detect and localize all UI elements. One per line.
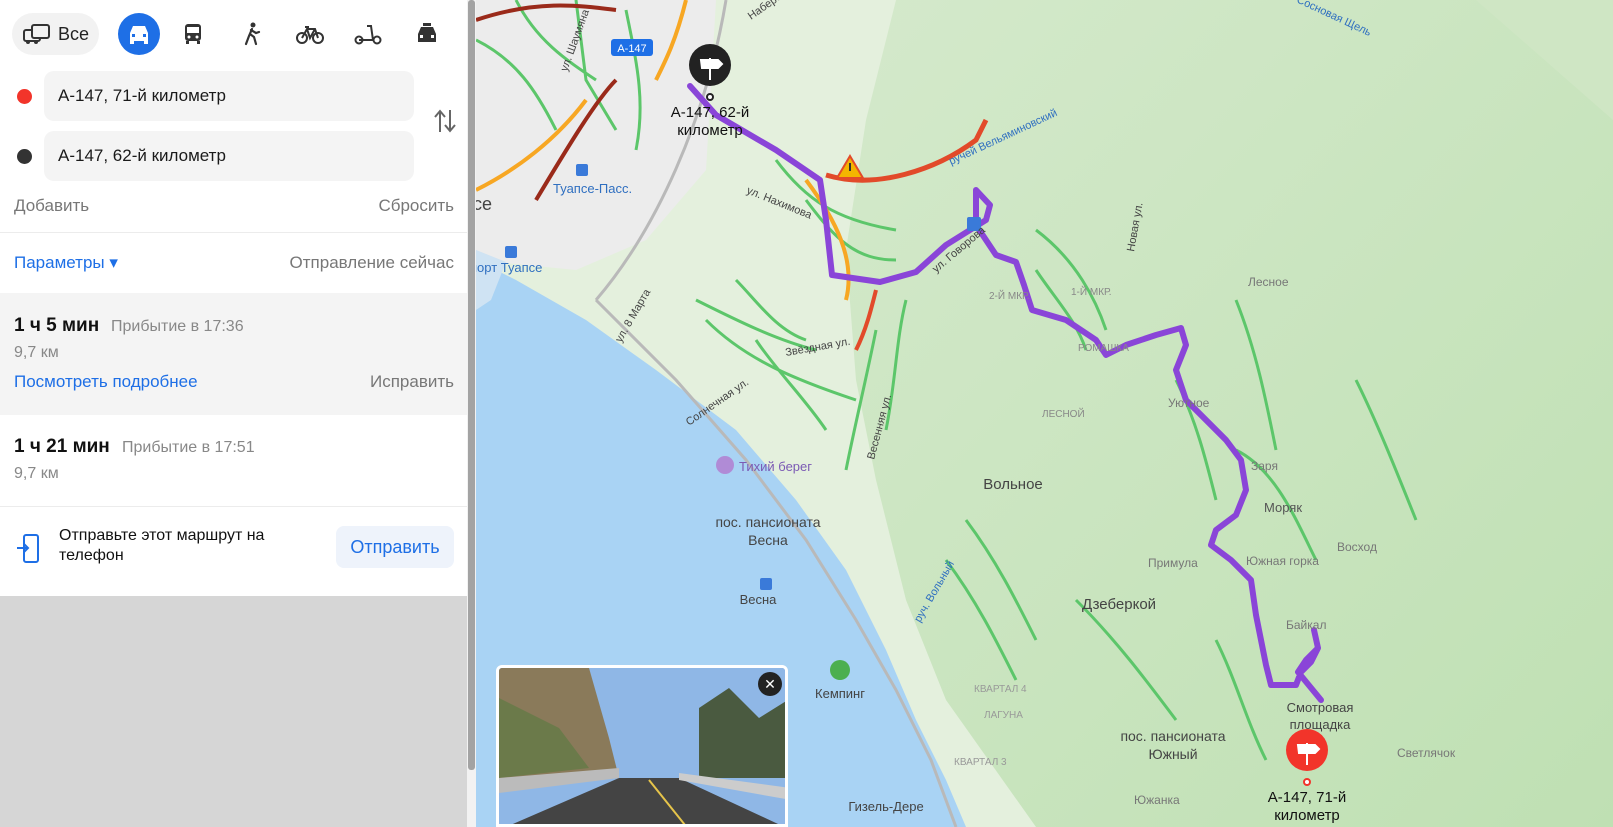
car-icon bbox=[130, 26, 148, 44]
mode-all-button[interactable]: Все bbox=[12, 13, 99, 55]
mode-all-label: Все bbox=[57, 23, 90, 44]
swap-points-icon[interactable] bbox=[432, 106, 458, 136]
road-badge: A-147 bbox=[617, 43, 646, 55]
label-2-mkr: 2-Й МКР. bbox=[989, 289, 1030, 302]
taxi-icon bbox=[418, 23, 436, 42]
label-vesna-station: Весна bbox=[740, 592, 778, 607]
label-tuapse-pass: Туапсе-Пасс. bbox=[553, 181, 632, 196]
walk-icon bbox=[244, 22, 261, 46]
camping-icon[interactable] bbox=[830, 660, 850, 680]
divider bbox=[0, 232, 467, 233]
all-transport-icon bbox=[22, 24, 50, 44]
label-zarya: Заря bbox=[1251, 459, 1278, 473]
mode-car-button[interactable] bbox=[118, 13, 160, 55]
from-row: А-147, 71-й километр bbox=[0, 71, 467, 121]
end-marker-label-1: А-147, 62-й bbox=[671, 104, 749, 121]
mode-walk-button[interactable] bbox=[231, 13, 273, 55]
hotel-icon[interactable] bbox=[716, 456, 734, 474]
close-panorama-button[interactable]: ✕ bbox=[758, 672, 782, 696]
label-port-tuapse: порт Туапсе bbox=[476, 260, 542, 275]
mode-scooter-button[interactable] bbox=[347, 13, 389, 55]
close-icon: ✕ bbox=[764, 675, 776, 692]
phone-send-icon bbox=[17, 534, 39, 563]
train-station-icon[interactable] bbox=[576, 164, 588, 176]
label-1-mkr: 1-Й МКР. bbox=[1071, 285, 1112, 298]
street-panorama-preview[interactable] bbox=[496, 665, 788, 827]
label-svetlyachok: Светлячок bbox=[1397, 746, 1456, 760]
label-pansionata-vesna-2: Весна bbox=[748, 532, 788, 548]
label-primula: Примула bbox=[1148, 556, 1198, 570]
label-camping: Кемпинг bbox=[815, 686, 865, 701]
label-yuzhanka: Южанка bbox=[1134, 793, 1180, 807]
yandex-maps-window: Все А-147, 71-й километр А-147, 62-й кил… bbox=[0, 0, 1613, 827]
bike-icon bbox=[296, 26, 324, 44]
route-panel: Все А-147, 71-й километр А-147, 62-й кил… bbox=[0, 0, 467, 827]
label-pansionata-vesna-1: пос. пансионата bbox=[715, 514, 820, 530]
add-reset-row: Добавить Сбросить bbox=[14, 196, 454, 218]
label-volnoe: Вольное bbox=[983, 476, 1043, 493]
route-details-link[interactable]: Посмотреть подробнее bbox=[14, 372, 198, 392]
panorama-image bbox=[499, 668, 785, 824]
start-marker-label-1: А-147, 71-й bbox=[1268, 789, 1346, 806]
from-point-dot bbox=[17, 89, 32, 104]
to-row: А-147, 62-й километр bbox=[0, 131, 467, 181]
route-distance: 9,7 км bbox=[14, 465, 59, 482]
route-fix-link[interactable]: Исправить bbox=[370, 372, 454, 392]
departure-time-button[interactable]: Отправление сейчас bbox=[290, 253, 454, 273]
label-pansionata-yuzhny-2: Южный bbox=[1148, 746, 1197, 762]
panel-scrollbar-thumb[interactable] bbox=[468, 0, 475, 770]
from-input[interactable]: А-147, 71-й километр bbox=[44, 71, 414, 121]
end-marker-label-2: километр bbox=[677, 122, 743, 139]
label-tikhiy-bereg: Тихий берег bbox=[739, 459, 812, 474]
label-voskhod: Восход bbox=[1337, 540, 1377, 554]
scooter-icon bbox=[354, 25, 382, 45]
route-duration: 1 ч 5 мин bbox=[14, 315, 100, 336]
label-yuzhnaya-gorka: Южная горка bbox=[1246, 554, 1319, 568]
add-point-button[interactable]: Добавить bbox=[14, 196, 89, 216]
route-option-1[interactable]: 1 ч 5 мин Прибытие в 17:36 9,7 км Посмот… bbox=[0, 293, 467, 415]
route-arrival: Прибытие в 17:51 bbox=[122, 439, 255, 456]
label-pansionata-yuzhny-1: пос. пансионата bbox=[1120, 728, 1225, 744]
params-dropdown[interactable]: Параметры ▾ bbox=[14, 253, 118, 273]
route-distance: 9,7 км bbox=[14, 344, 59, 361]
label-romashka: РОМАШКА bbox=[1078, 343, 1129, 354]
label-lesnoe: Лесное bbox=[1248, 275, 1289, 289]
transport-mode-bar: Все bbox=[10, 13, 460, 57]
send-button[interactable]: Отправить bbox=[336, 526, 454, 568]
route-option-2[interactable]: 1 ч 21 мин Прибытие в 17:51 9,7 км bbox=[0, 415, 467, 506]
params-row: Параметры ▾ Отправление сейчас bbox=[14, 253, 454, 275]
bus-icon bbox=[185, 24, 201, 44]
label-uyutnoe: Уютное bbox=[1168, 396, 1210, 410]
port-icon[interactable] bbox=[505, 246, 517, 258]
label-gizel-dere: Гизель-Дере bbox=[848, 799, 923, 814]
label-kvartal-4: КВАРТАЛ 4 bbox=[974, 684, 1027, 695]
to-input[interactable]: А-147, 62-й километр bbox=[44, 131, 414, 181]
label-lesnoy: ЛЕСНОЙ bbox=[1042, 407, 1085, 420]
mountain-area bbox=[846, 0, 1613, 827]
station-vesna-icon[interactable] bbox=[760, 578, 772, 590]
label-baikal: Байкал bbox=[1286, 618, 1326, 632]
label-dzeberkoy: Дзеберкой bbox=[1082, 596, 1156, 613]
mode-bus-button[interactable] bbox=[172, 13, 214, 55]
route-card: Все А-147, 71-й километр А-147, 62-й кил… bbox=[0, 0, 467, 596]
mode-taxi-button[interactable] bbox=[406, 13, 448, 55]
mode-bike-button[interactable] bbox=[289, 13, 331, 55]
label-laguna: ЛАГУНА bbox=[984, 710, 1023, 721]
send-to-phone-text: Отправьте этот маршрут на телефон bbox=[59, 527, 265, 564]
route-arrival: Прибытие в 17:36 bbox=[111, 318, 244, 335]
route-duration: 1 ч 21 мин bbox=[14, 436, 110, 457]
label-smotrovaya: Смотровая bbox=[1287, 700, 1354, 715]
reset-button[interactable]: Сбросить bbox=[378, 196, 454, 216]
label-moryak: Моряк bbox=[1264, 500, 1302, 515]
start-marker-label-2: километр bbox=[1274, 807, 1340, 824]
label-ploshchadka: площадка bbox=[1290, 717, 1351, 732]
label-kvartal-3: КВАРТАЛ 3 bbox=[954, 757, 1007, 768]
label-tuapse-part: се bbox=[476, 194, 492, 214]
to-point-dot bbox=[17, 149, 32, 164]
